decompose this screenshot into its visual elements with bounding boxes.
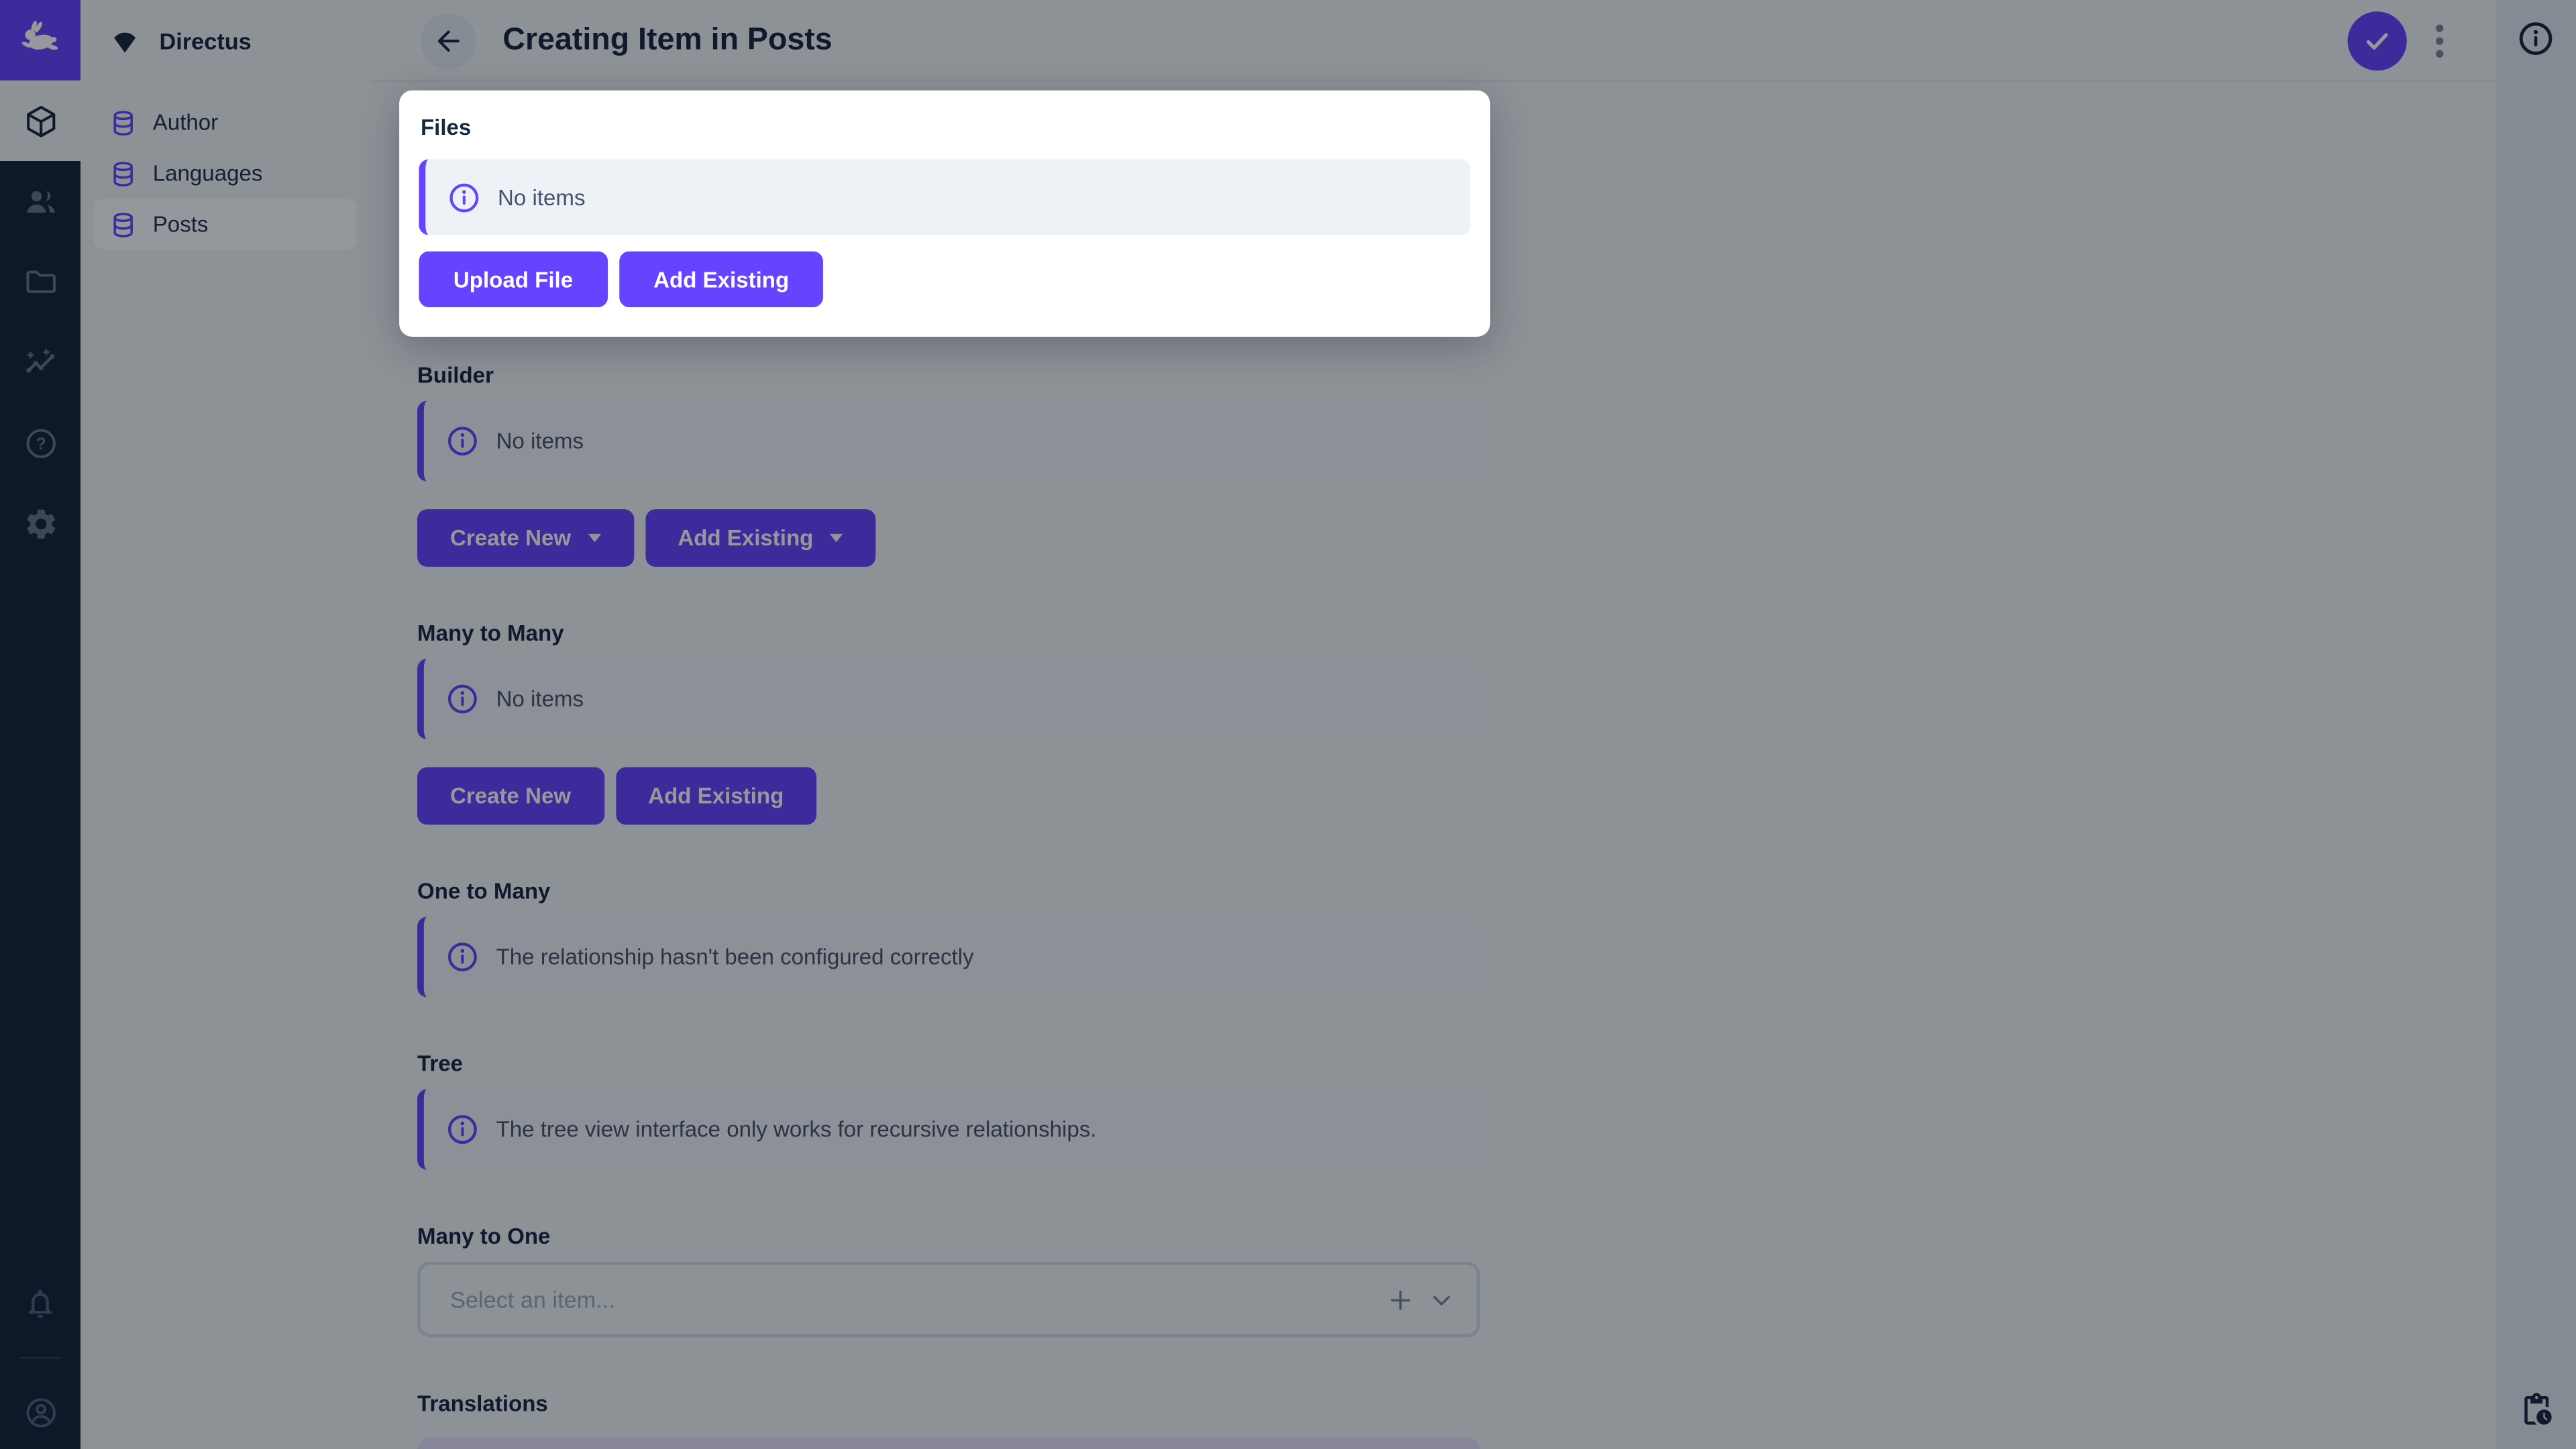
- upload-file-button[interactable]: Upload File: [419, 251, 608, 307]
- add-existing-button[interactable]: Add Existing: [619, 251, 824, 307]
- app-screen: ? Directus Author Languages Posts Creati…: [0, 0, 2576, 1449]
- button-row: Upload File Add Existing: [419, 251, 1470, 307]
- button-label: Add Existing: [653, 266, 790, 292]
- notice-text: No items: [498, 184, 586, 210]
- info-icon: [447, 180, 481, 214]
- files-dialog: Files No items Upload File Add Existing: [399, 90, 1491, 337]
- dialog-title: Files: [420, 115, 472, 140]
- button-label: Upload File: [453, 266, 574, 292]
- notice-box: No items: [419, 159, 1470, 235]
